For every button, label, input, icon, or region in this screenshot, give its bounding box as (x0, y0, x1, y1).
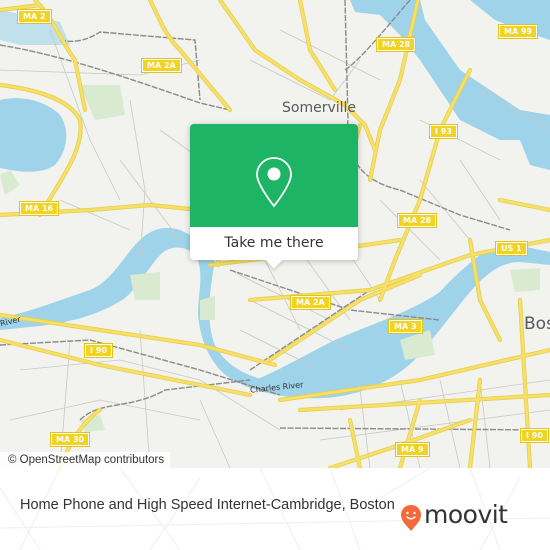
route-shield: MA 2 (17, 9, 52, 24)
route-shield: MA 28 (396, 213, 438, 228)
location-popup: Take me there (190, 124, 358, 269)
moovit-wordmark: moovit (424, 500, 508, 529)
place-title: Home Phone and High Speed Internet-Cambr… (20, 497, 395, 513)
moovit-pin-icon (401, 505, 421, 531)
place-label-boston: Bos (524, 314, 550, 334)
route-shield: US 1 (495, 241, 528, 256)
fresh-pond (0, 98, 67, 172)
route-shield: I 93 (429, 124, 458, 139)
place-label-somerville: Somerville (282, 100, 357, 116)
take-me-there-button[interactable]: Take me there (190, 227, 358, 260)
route-shield: MA 16 (18, 201, 60, 216)
location-pin-icon (256, 157, 292, 208)
route-shield: I 90 (84, 343, 113, 358)
route-shield: MA 28 (375, 37, 417, 52)
route-shield: MA 99 (497, 24, 539, 39)
route-shield: MA 30 (49, 432, 91, 447)
popup-header (190, 124, 358, 227)
route-shield: I 90 (520, 428, 549, 443)
route-shield: MA 2A (290, 295, 331, 310)
route-shield: MA 2A (141, 58, 182, 73)
footer: Home Phone and High Speed Internet-Cambr… (0, 468, 550, 550)
map[interactable]: Somerville Bos Charles River River MA 2 … (0, 0, 550, 468)
route-shield: MA 9 (395, 442, 430, 457)
route-shield: MA 3 (388, 319, 423, 334)
map-attribution[interactable]: © OpenStreetMap contributors (0, 452, 171, 468)
